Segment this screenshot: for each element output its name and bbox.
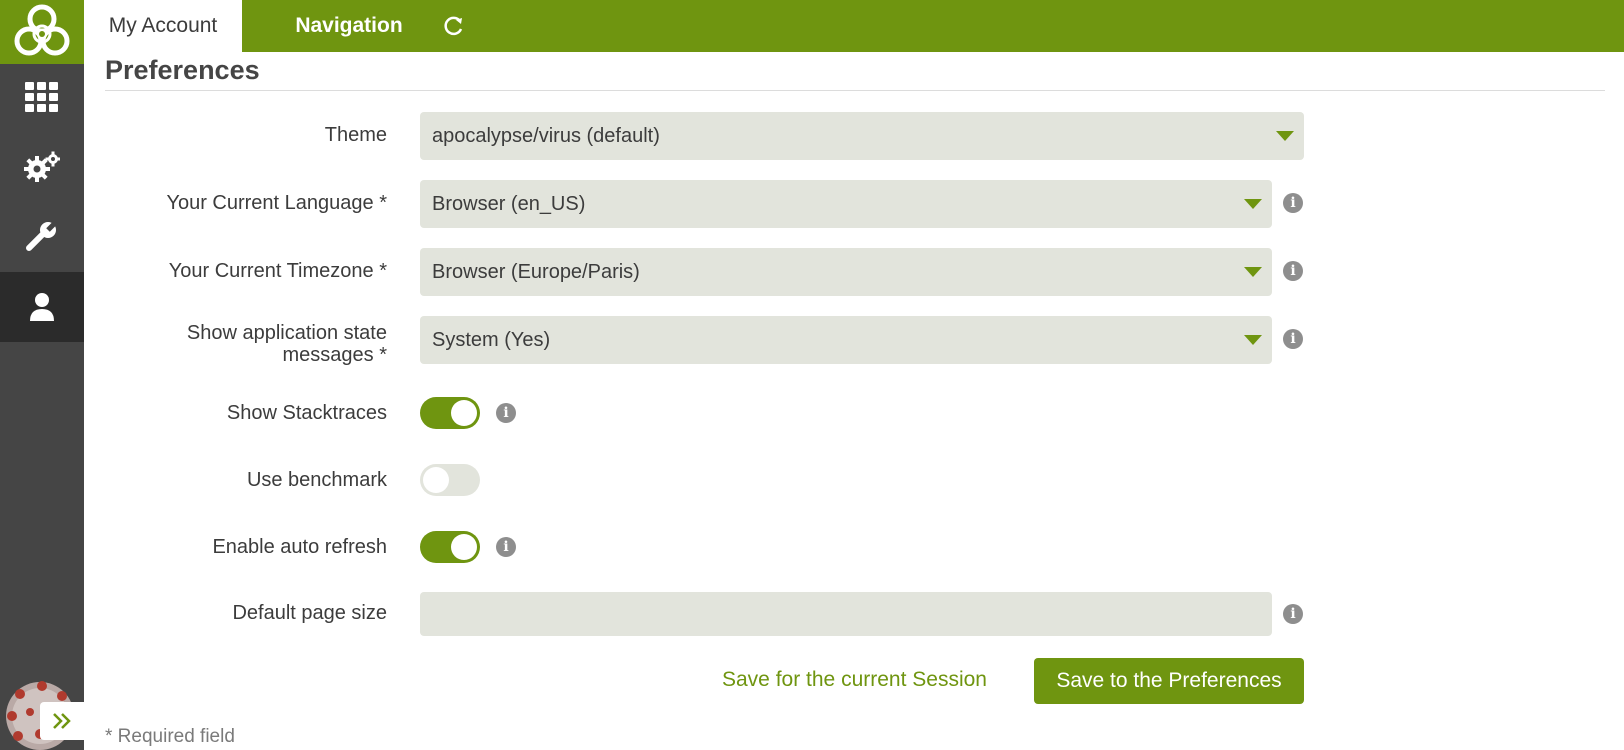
theme-label: Theme (325, 124, 387, 146)
sidebar-item-my-account[interactable] (0, 272, 84, 342)
gears-icon (24, 151, 60, 183)
language-info-icon[interactable]: i (1283, 193, 1303, 213)
chevron-down-icon (1244, 199, 1262, 209)
app-state-select[interactable]: System (Yes) (420, 316, 1272, 364)
toggle-knob (451, 534, 477, 560)
benchmark-toggle[interactable] (420, 464, 480, 496)
save-session-button[interactable]: Save for the current Session (722, 666, 987, 694)
page-size-label: Default page size (232, 602, 387, 624)
page-title: Preferences (105, 52, 260, 88)
stacktraces-info-icon[interactable]: i (496, 403, 516, 423)
chevron-down-icon (1276, 131, 1294, 141)
sidebar-item-system[interactable] (0, 132, 84, 202)
auto-refresh-label: Enable auto refresh (212, 536, 387, 558)
timezone-value: Browser (Europe/Paris) (432, 261, 640, 284)
timezone-select[interactable]: Browser (Europe/Paris) (420, 248, 1272, 296)
sidebar-item-configuration[interactable] (0, 202, 84, 272)
app-state-value: System (Yes) (432, 329, 550, 352)
refresh-button[interactable] (422, 0, 486, 52)
auto-refresh-toggle[interactable] (420, 531, 480, 563)
required-field-note: * Required field (105, 726, 235, 748)
stacktraces-label: Show Stacktraces (227, 402, 387, 424)
user-icon (29, 292, 55, 322)
theme-value: apocalypse/virus (default) (432, 125, 660, 148)
page-size-info-icon[interactable]: i (1283, 604, 1303, 624)
benchmark-label: Use benchmark (247, 469, 387, 491)
language-label: Your Current Language * (166, 192, 387, 214)
app-state-info-icon[interactable]: i (1283, 329, 1303, 349)
biohazard-icon (12, 2, 72, 62)
save-preferences-button[interactable]: Save to the Preferences (1034, 658, 1304, 704)
app-state-label-line1: Show application state (187, 322, 387, 344)
chevron-down-icon (1244, 267, 1262, 277)
refresh-icon (443, 15, 465, 37)
sidebar (0, 0, 84, 750)
timezone-info-icon[interactable]: i (1283, 261, 1303, 281)
toggle-knob (423, 467, 449, 493)
wrench-icon (26, 221, 58, 253)
language-value: Browser (en_US) (432, 193, 585, 216)
logo[interactable] (0, 0, 84, 64)
chevron-down-icon (1244, 335, 1262, 345)
app-state-label-line2: messages * (283, 344, 388, 366)
language-select[interactable]: Browser (en_US) (420, 180, 1272, 228)
timezone-label: Your Current Timezone * (169, 260, 387, 282)
app-state-label: Show application state messages * (187, 322, 387, 366)
tab-my-account[interactable]: My Account (84, 0, 242, 52)
top-bar: My Account Navigation (84, 0, 1624, 52)
sidebar-item-dashboard[interactable] (0, 62, 84, 132)
stacktraces-toggle[interactable] (420, 397, 480, 429)
double-chevron-right-icon (51, 711, 73, 731)
title-divider (105, 90, 1605, 91)
page-size-input[interactable] (420, 592, 1272, 636)
auto-refresh-info-icon[interactable]: i (496, 537, 516, 557)
toggle-knob (451, 400, 477, 426)
grid-icon (25, 82, 59, 112)
theme-select[interactable]: apocalypse/virus (default) (420, 112, 1304, 160)
sidebar-expand-button[interactable] (40, 702, 84, 740)
tab-navigation[interactable]: Navigation (274, 0, 424, 52)
